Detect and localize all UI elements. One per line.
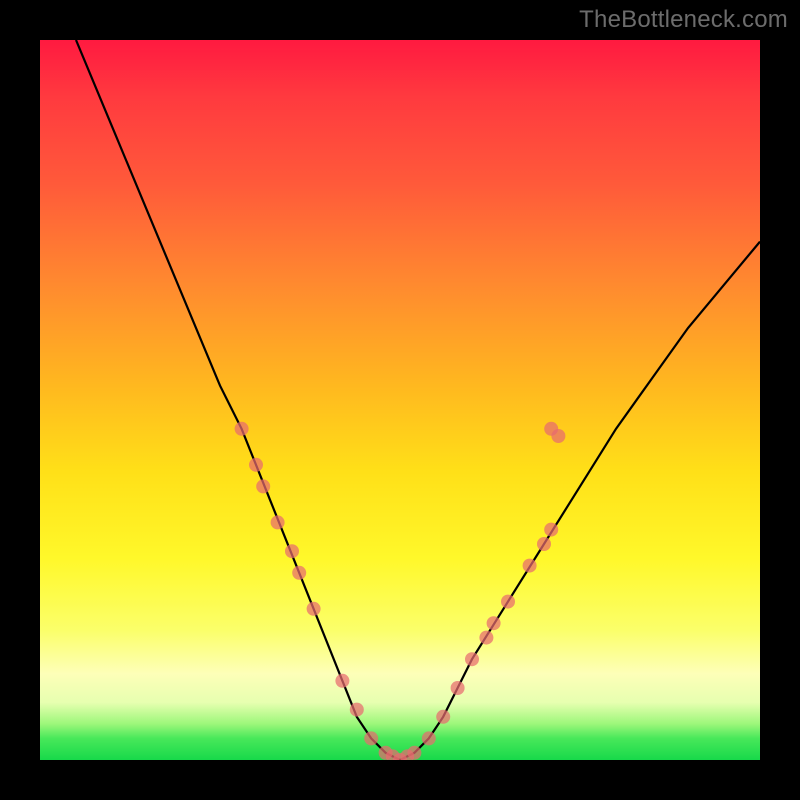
data-point [249, 458, 263, 472]
plot-area [40, 40, 760, 760]
data-point [422, 731, 436, 745]
data-point [501, 595, 515, 609]
chart-frame: TheBottleneck.com [0, 0, 800, 800]
curve-line [76, 40, 760, 760]
data-point [551, 429, 565, 443]
data-point [350, 703, 364, 717]
data-point [285, 544, 299, 558]
data-point [307, 602, 321, 616]
watermark-text: TheBottleneck.com [579, 6, 788, 34]
data-point [436, 710, 450, 724]
data-point [479, 631, 493, 645]
data-point [487, 616, 501, 630]
data-point [292, 566, 306, 580]
data-point [271, 515, 285, 529]
data-point [235, 422, 249, 436]
data-point [544, 523, 558, 537]
data-point [537, 537, 551, 551]
data-point [364, 731, 378, 745]
data-point [256, 479, 270, 493]
data-point [451, 681, 465, 695]
data-point [407, 746, 421, 760]
data-point [465, 652, 479, 666]
data-point [523, 559, 537, 573]
chart-svg [40, 40, 760, 760]
data-point [335, 674, 349, 688]
